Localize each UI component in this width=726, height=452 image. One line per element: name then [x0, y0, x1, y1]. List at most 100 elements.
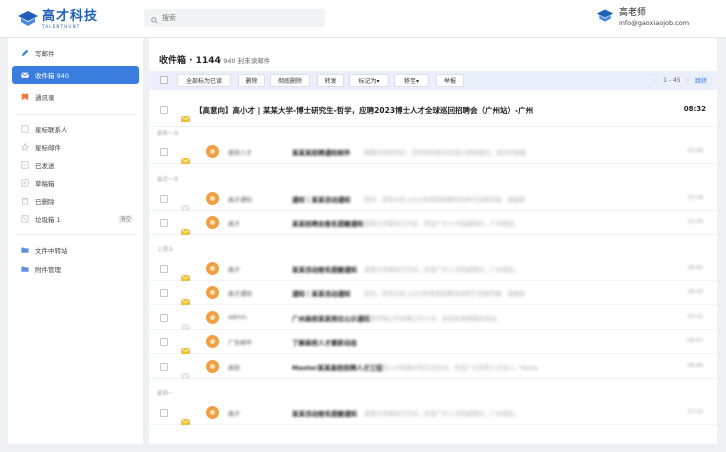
next-page-icon[interactable]: › — [687, 77, 689, 84]
search-input[interactable] — [162, 14, 312, 22]
mail-time: 08:40 — [687, 363, 703, 369]
mail-subject: 某某活动报名提醒通知 — [292, 266, 357, 274]
forward-button[interactable]: 转发 — [317, 74, 344, 87]
mail-sender: 高校人才 — [228, 150, 253, 157]
sidebar-item-inbox[interactable]: 收件箱 940 — [12, 66, 139, 84]
sidebar-divider — [16, 234, 136, 235]
row-checkbox[interactable] — [160, 265, 168, 273]
clear-spam-button[interactable]: 清空 — [117, 215, 133, 223]
sidebar-item-trash[interactable]: 已删除 — [12, 192, 139, 210]
group-label: 星期一 — [157, 391, 174, 397]
row-checkbox[interactable] — [160, 195, 168, 203]
row-checkbox[interactable] — [160, 409, 168, 417]
mark-as-dropdown[interactable]: 标记为▾ — [349, 74, 389, 87]
pinned-mail-row[interactable]: 【高意向】高小才 | 某某大学-博士研究生-哲学，应聘2023博士人才全球巡回招… — [149, 100, 717, 122]
sidebar-item-sent[interactable]: 已发送 — [12, 156, 139, 174]
sidebar-item-starred[interactable]: 星标邮件 — [12, 138, 139, 156]
sidebar-item-label: 附件管理 — [35, 266, 61, 274]
mail-preview: 您好，您参与的 2023年某某招聘活动将于近期开展，请留意 — [364, 291, 526, 298]
mail-subject: 某某招聘会报名提醒通知 — [292, 220, 364, 228]
sidebar-item-attachments[interactable]: 附件管理 — [12, 260, 139, 278]
row-checkbox[interactable] — [160, 338, 168, 346]
mail-sender: 高才通知 — [228, 197, 253, 204]
mail-preview: 某某大学报名已开启，欢迎广大人才投递简历，广州地区。 — [364, 411, 521, 418]
mail-row[interactable]: 广告邮件 了解高校人才最新动态 09:07 — [149, 330, 717, 354]
logo-icon — [17, 10, 39, 28]
mail-sender: 高才通知 — [228, 291, 253, 298]
user-profile[interactable]: 高老师 info@gaoxiaojob.com — [596, 8, 689, 28]
mail-row[interactable]: admin 广州高校某某岗位公示通知 某某学院公开招聘工作人员，欢迎有意者报名参加。… — [149, 306, 717, 330]
mail-time: 18:42 — [687, 265, 703, 271]
mail-subject: 某某某招聘通知邮件 — [292, 149, 351, 157]
select-all-checkbox[interactable] — [160, 76, 168, 84]
compose-button[interactable]: 写邮件 — [12, 44, 139, 62]
jump-button[interactable]: 跳转 — [695, 76, 707, 85]
envelope-icon — [180, 290, 191, 305]
star-contact-icon — [21, 125, 29, 133]
sidebar-item-drafts[interactable]: 草稿箱 — [12, 174, 139, 192]
unread-count: / 940 封未读邮件 — [219, 57, 271, 65]
mark-all-read-button[interactable]: 全部标为已读 — [177, 74, 231, 87]
sender-avatar — [206, 216, 219, 229]
sidebar-item-label: 已发送 — [35, 162, 55, 170]
mail-row[interactable]: 高才 某某活动报名提醒通知 某某大学报名已开启，欢迎广大人才投递简历，广州地区。 18… — [149, 257, 717, 281]
envelope-icon — [180, 220, 191, 235]
attachment-icon — [21, 265, 29, 273]
mail-row[interactable]: 高才 某某活动报名提醒通知 某某大学报名已开启，欢迎广大人才投递简历，广州地区。 17… — [149, 401, 717, 425]
page-title: 收件箱 · 1144 — [159, 56, 221, 66]
sidebar-item-file-transfer[interactable]: 文件中转站 — [12, 241, 139, 259]
envelope-icon — [180, 339, 191, 354]
delete-permanently-button[interactable]: 彻底删除 — [270, 74, 310, 87]
inbox-label: 收件箱 940 — [35, 72, 69, 80]
mail-row[interactable]: 高才通知 通知｜某某活动通知 您好，您参与的 2023年某某招聘活动将于近期开展，请… — [149, 187, 717, 211]
sender-avatar — [206, 286, 219, 299]
row-checkbox[interactable] — [160, 363, 168, 371]
move-to-dropdown[interactable]: 移至▾ — [394, 74, 429, 87]
mail-preview: 尊敬的老师您好，您发布的职位信息已审核通过，请及时查看 — [364, 150, 527, 157]
contacts-icon — [21, 93, 29, 101]
mail-preview: 某某大学报名已开启，欢迎广大人才投递简历，广州地区。 — [364, 267, 521, 274]
report-button[interactable]: 举报 — [436, 74, 464, 87]
mail-row[interactable]: 高才通知 通知｜某某活动通知 您好，您参与的 2023年某某招聘活动将于近期开展，请… — [149, 281, 717, 305]
sidebar-item-label: 星标邮件 — [35, 144, 61, 152]
mail-subject: 通知｜某某活动通知 — [292, 196, 351, 204]
brand-name: 高才科技 — [42, 8, 99, 24]
row-checkbox[interactable] — [160, 314, 168, 322]
sidebar-item-label: 垃圾箱 1 — [35, 216, 61, 224]
mail-subject: 某某活动报名提醒通知 — [292, 410, 357, 418]
row-checkbox[interactable] — [160, 289, 168, 297]
draft-icon — [21, 179, 29, 187]
mail-subject: 通知｜某某活动通知 — [292, 290, 351, 298]
row-checkbox[interactable] — [160, 148, 168, 156]
delete-button[interactable]: 删除 — [238, 74, 265, 87]
row-checkbox[interactable] — [160, 106, 168, 114]
pinned-subject: 【高意向】高小才 | 某某大学-博士研究生-哲学，应聘2023博士人才全球巡回招… — [195, 106, 534, 115]
trash-icon — [21, 197, 29, 205]
sidebar-item-spam[interactable]: 垃圾箱 1 清空 — [12, 210, 139, 228]
row-checkbox[interactable] — [160, 219, 168, 227]
mail-app: 高才科技 TALENTHUNT 高老师 info@gaoxiaojob.com — [0, 0, 726, 452]
pagination: ‹ 1 - 45 › 跳转 — [655, 76, 707, 85]
envelope-icon — [180, 410, 191, 425]
compose-label: 写邮件 — [35, 50, 55, 58]
mail-preview: 某某高校人才发展计划正式启动，欢迎广大优秀人才加入。Maste — [364, 365, 539, 372]
mail-time: 16:23 — [687, 289, 703, 295]
mail-row[interactable]: 高校人才 某某某招聘通知邮件 尊敬的老师您好，您发布的职位信息已审核通过，请及时查看… — [149, 140, 717, 164]
search-box[interactable] — [144, 9, 325, 27]
sidebar-item-starred-contacts[interactable]: 星标联系人 — [12, 120, 139, 138]
mail-time: 11:20 — [687, 219, 703, 225]
mail-row[interactable]: 高校 Master某某高校招聘人才工程 某某高校人才发展计划正式启动，欢迎广大优秀人… — [149, 355, 717, 379]
sidebar-item-label: 已删除 — [35, 198, 55, 206]
sidebar-item-label: 草稿箱 — [35, 180, 55, 188]
mail-time: 09:07 — [687, 338, 703, 344]
brand-logo[interactable]: 高才科技 TALENTHUNT — [17, 9, 98, 29]
mail-subject: 了解高校人才最新动态 — [292, 339, 357, 347]
sidebar-item-contacts[interactable]: 通讯录 — [12, 88, 139, 106]
mail-sender: 高校 — [228, 365, 241, 372]
group-label: 上周五 — [157, 247, 174, 253]
sidebar: 写邮件 收件箱 940 通讯录 星标联系人 星标邮件 已发送 草稿箱 已删除 垃… — [8, 38, 143, 444]
divider — [149, 126, 717, 127]
sender-avatar — [206, 360, 219, 373]
prev-page-icon[interactable]: ‹ — [655, 77, 657, 84]
mail-row[interactable]: 高才 某某招聘会报名提醒通知 某某大学报名已开启，欢迎广大人才投递简历，广州地区。 1… — [149, 211, 717, 235]
